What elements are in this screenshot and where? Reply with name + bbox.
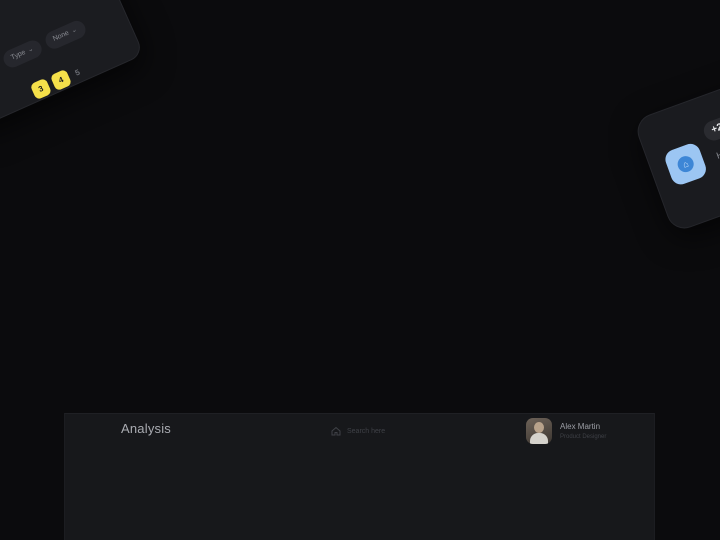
- filter-card: Type⌄ None⌄ 3 4 5: [0, 0, 145, 132]
- user-name: Alex Martin: [560, 422, 601, 431]
- home-icon: [331, 426, 341, 436]
- none-filter-label: None: [52, 29, 71, 43]
- progress-ring: [684, 0, 720, 32]
- search-placeholder: Search here: [347, 427, 386, 435]
- app-canvas: Type⌄ None⌄ 3 4 5 ⌂ +23 Ho Analysis Sear…: [0, 0, 720, 540]
- user-role: Product Designer: [560, 434, 607, 440]
- home-icon: ⌂: [675, 153, 696, 175]
- type-filter-label: Type: [9, 48, 27, 62]
- stat-icon-tile: ⌂: [662, 141, 709, 188]
- stat-card: ⌂ +23 Ho: [632, 62, 720, 234]
- user-profile[interactable]: Alex Martin Product Designer: [526, 418, 606, 444]
- chevron-down-icon: ⌄: [70, 26, 79, 35]
- stat-label: Ho: [715, 147, 720, 161]
- avatar: [526, 418, 552, 444]
- none-filter-dropdown[interactable]: None⌄: [42, 18, 89, 52]
- page-title: Analysis: [121, 421, 172, 436]
- page-button-3[interactable]: 3: [29, 77, 53, 101]
- stat-delta-badge: +23: [701, 113, 720, 144]
- dashboard-panel: Analysis Search here Alex Martin Product…: [64, 413, 655, 540]
- search-bar[interactable]: Search here: [331, 422, 481, 440]
- type-filter-dropdown[interactable]: Type⌄: [0, 37, 45, 71]
- chevron-down-icon: ⌄: [26, 45, 35, 55]
